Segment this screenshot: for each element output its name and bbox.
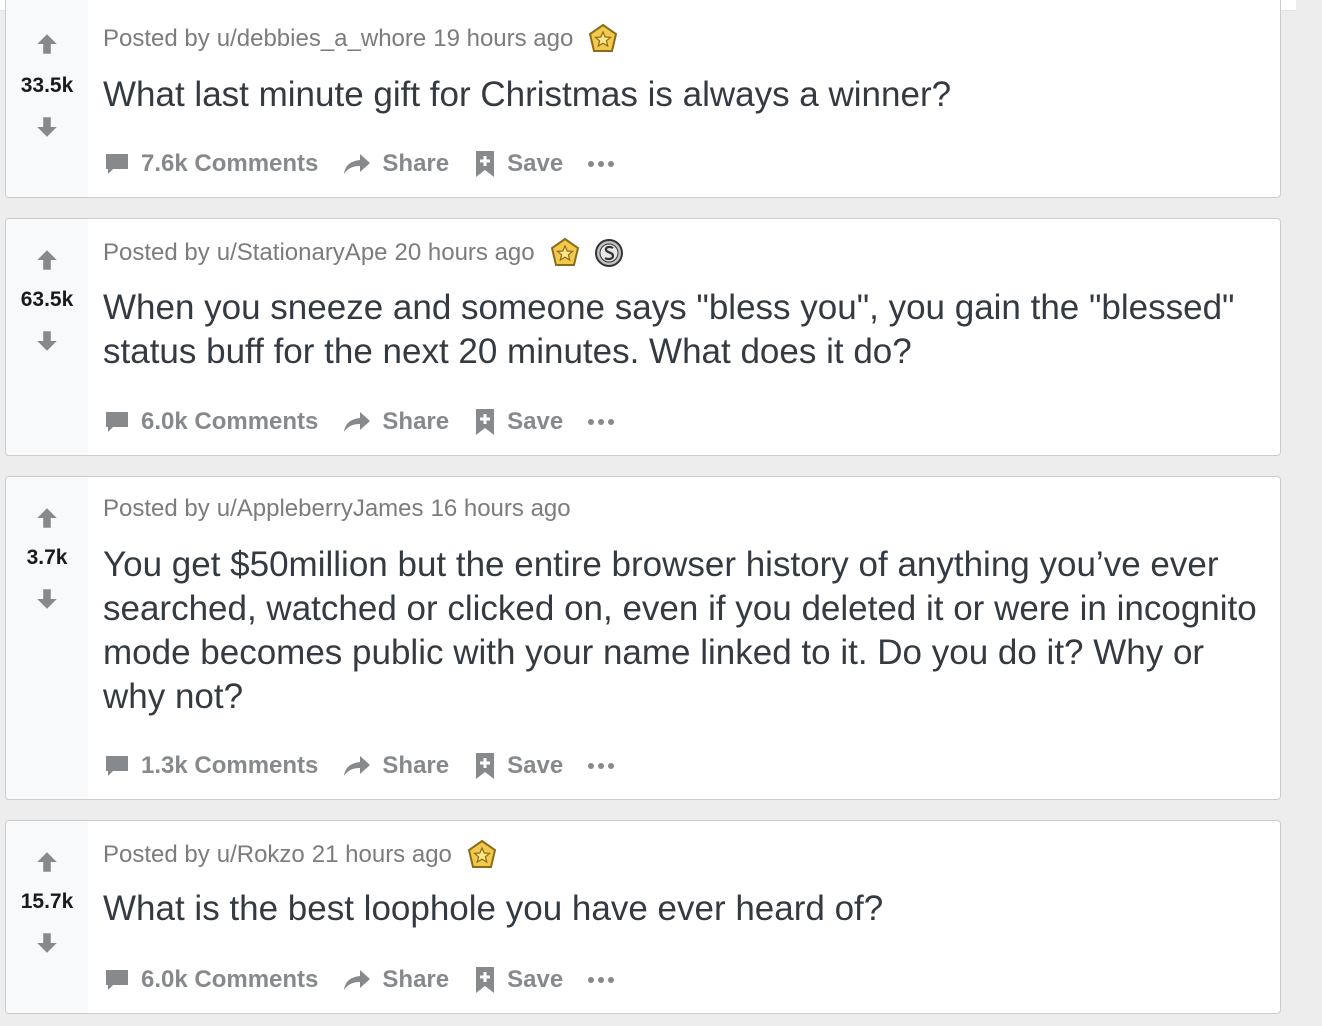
author-link[interactable]: u/AppleberryJames — [217, 495, 424, 523]
comments-count: 7.6k Comments — [141, 150, 319, 177]
post-actions: 6.0k Comments Share Save — [103, 965, 615, 995]
post-title[interactable]: What is the best loophole you have ever … — [103, 887, 1260, 931]
post-card[interactable]: 3.7k Posted by u/AppleberryJames 16 hour… — [5, 476, 1281, 800]
comments-button[interactable]: 7.6k Comments — [103, 150, 318, 178]
share-label: Share — [382, 966, 450, 993]
bookmark-icon — [476, 753, 495, 779]
upvote-icon[interactable] — [34, 247, 60, 273]
comments-count: 6.0k Comments — [141, 408, 319, 435]
post-time: 19 hours ago — [433, 25, 574, 52]
save-label: Save — [507, 752, 564, 779]
comments-count: 1.3k Comments — [141, 752, 319, 779]
comment-icon — [106, 756, 128, 776]
share-label: Share — [382, 408, 450, 435]
author-link[interactable]: u/debbies_a_whore — [217, 25, 427, 53]
posted-by-label: Posted by — [103, 495, 210, 522]
comments-count: 6.0k Comments — [141, 966, 319, 993]
save-label: Save — [507, 408, 564, 435]
comments-button[interactable]: 6.0k Comments — [103, 966, 318, 994]
downvote-icon[interactable] — [34, 328, 60, 354]
vote-score: 33.5k — [20, 74, 74, 97]
post-time: 21 hours ago — [311, 841, 452, 868]
save-button[interactable]: Save — [473, 407, 563, 437]
comment-icon — [106, 154, 128, 174]
post-actions: 7.6k Comments Share Save — [103, 149, 615, 179]
post-card[interactable]: 63.5k Posted by u/StationaryApe 20 hours… — [5, 218, 1281, 456]
save-label: Save — [507, 150, 564, 177]
post-meta: Posted by u/Rokzo 21 hours ago — [103, 839, 498, 871]
share-label: Share — [382, 150, 450, 177]
vote-column: 33.5k — [6, 0, 88, 197]
share-icon — [344, 970, 371, 990]
post-title[interactable]: You get $50million but the entire browse… — [103, 543, 1260, 719]
save-label: Save — [507, 966, 564, 993]
comment-icon — [106, 970, 128, 990]
post-time: 20 hours ago — [394, 239, 535, 266]
bookmark-icon — [476, 409, 495, 435]
vote-column: 3.7k — [6, 477, 88, 799]
bookmark-icon — [476, 151, 495, 177]
downvote-icon[interactable] — [34, 930, 60, 956]
more-dots-icon — [588, 419, 615, 425]
bookmark-icon — [476, 967, 495, 993]
post-actions: 1.3k Comments Share Save — [103, 751, 615, 781]
more-dots-icon — [588, 161, 615, 167]
author-link[interactable]: u/Rokzo — [217, 841, 305, 869]
more-options-button[interactable] — [587, 418, 615, 426]
share-icon — [344, 154, 371, 174]
gold-award-icon[interactable] — [587, 23, 619, 55]
share-label: Share — [382, 752, 450, 779]
more-dots-icon — [588, 763, 615, 769]
post-title[interactable]: When you sneeze and someone says "bless … — [103, 286, 1260, 374]
save-button[interactable]: Save — [473, 965, 563, 995]
post-card[interactable]: 15.7k Posted by u/Rokzo 21 hours ago Wha… — [5, 820, 1281, 1014]
share-button[interactable]: Share — [342, 752, 449, 780]
share-button[interactable]: Share — [342, 150, 449, 178]
gold-award-icon[interactable] — [549, 237, 581, 269]
gold-award-icon[interactable] — [466, 839, 498, 871]
vote-column: 15.7k — [6, 821, 88, 1013]
more-options-button[interactable] — [587, 160, 615, 168]
share-icon — [344, 756, 371, 776]
vote-score: 15.7k — [20, 890, 74, 913]
share-button[interactable]: Share — [342, 408, 449, 436]
comment-icon — [106, 412, 128, 432]
scrollbar-track[interactable] — [1296, 0, 1322, 1026]
post-card[interactable]: 33.5k Posted by u/debbies_a_whore 19 hou… — [5, 0, 1281, 198]
post-time: 16 hours ago — [430, 495, 571, 522]
more-options-button[interactable] — [587, 976, 615, 984]
comments-button[interactable]: 6.0k Comments — [103, 408, 318, 436]
silver-award-icon[interactable] — [593, 237, 625, 269]
author-link[interactable]: u/StationaryApe — [217, 239, 388, 267]
vote-column: 63.5k — [6, 219, 88, 455]
upvote-icon[interactable] — [34, 849, 60, 875]
posted-by-label: Posted by — [103, 239, 210, 266]
comments-button[interactable]: 1.3k Comments — [103, 752, 318, 780]
more-dots-icon — [588, 977, 615, 983]
upvote-icon[interactable] — [34, 31, 60, 57]
downvote-icon[interactable] — [34, 114, 60, 140]
vote-score: 63.5k — [20, 288, 74, 311]
save-button[interactable]: Save — [473, 751, 563, 781]
upvote-icon[interactable] — [34, 505, 60, 531]
post-meta: Posted by u/StationaryApe 20 hours ago — [103, 237, 625, 269]
downvote-icon[interactable] — [34, 586, 60, 612]
share-icon — [344, 412, 371, 432]
post-title[interactable]: What last minute gift for Christmas is a… — [103, 73, 1260, 117]
post-meta: Posted by u/debbies_a_whore 19 hours ago — [103, 23, 619, 55]
posted-by-label: Posted by — [103, 25, 210, 52]
share-button[interactable]: Share — [342, 966, 449, 994]
save-button[interactable]: Save — [473, 149, 563, 179]
post-actions: 6.0k Comments Share Save — [103, 407, 615, 437]
posted-by-label: Posted by — [103, 841, 210, 868]
vote-score: 3.7k — [26, 546, 68, 569]
post-meta: Posted by u/AppleberryJames 16 hours ago — [103, 495, 571, 523]
more-options-button[interactable] — [587, 762, 615, 770]
